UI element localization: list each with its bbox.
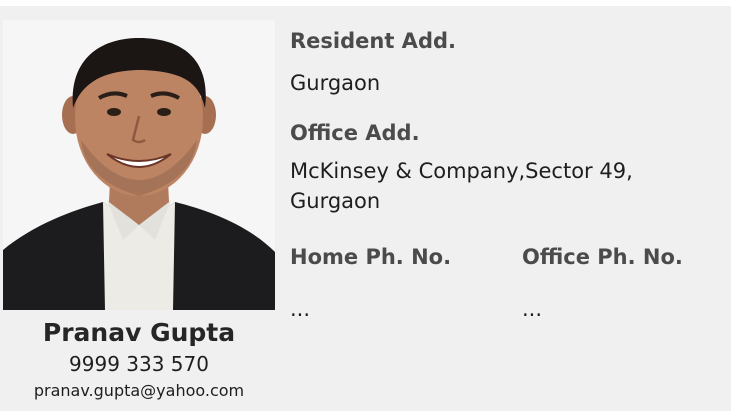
resident-address-label: Resident Add.: [290, 29, 456, 53]
office-phone: Office Ph. No. ...: [522, 242, 683, 324]
contact-details: Resident Add. Gurgaon Office Add. McKins…: [290, 26, 720, 321]
profile-summary: Pranav Gupta 9999 333 570 pranav.gupta@y…: [3, 318, 275, 404]
home-phone: Home Ph. No. ...: [290, 242, 451, 324]
home-phone-value: ...: [290, 297, 311, 321]
home-phone-label: Home Ph. No.: [290, 245, 452, 269]
office-address-label: Office Add.: [290, 121, 420, 145]
office-phone-label: Office Ph. No.: [522, 245, 683, 269]
person-name: Pranav Gupta: [42, 318, 236, 347]
office-address-line1: McKinsey & Company,Sector 49,: [290, 159, 633, 183]
person-email: pranav.gupta@yahoo.com: [33, 381, 245, 400]
office-phone-value: ...: [522, 297, 543, 321]
person-phone: 9999 333 570: [69, 352, 209, 376]
office-address-line2: Gurgaon: [290, 189, 381, 213]
contact-card: Pranav Gupta 9999 333 570 pranav.gupta@y…: [0, 6, 731, 411]
profile-photo: [3, 20, 275, 310]
resident-address-value: Gurgaon: [290, 71, 381, 95]
